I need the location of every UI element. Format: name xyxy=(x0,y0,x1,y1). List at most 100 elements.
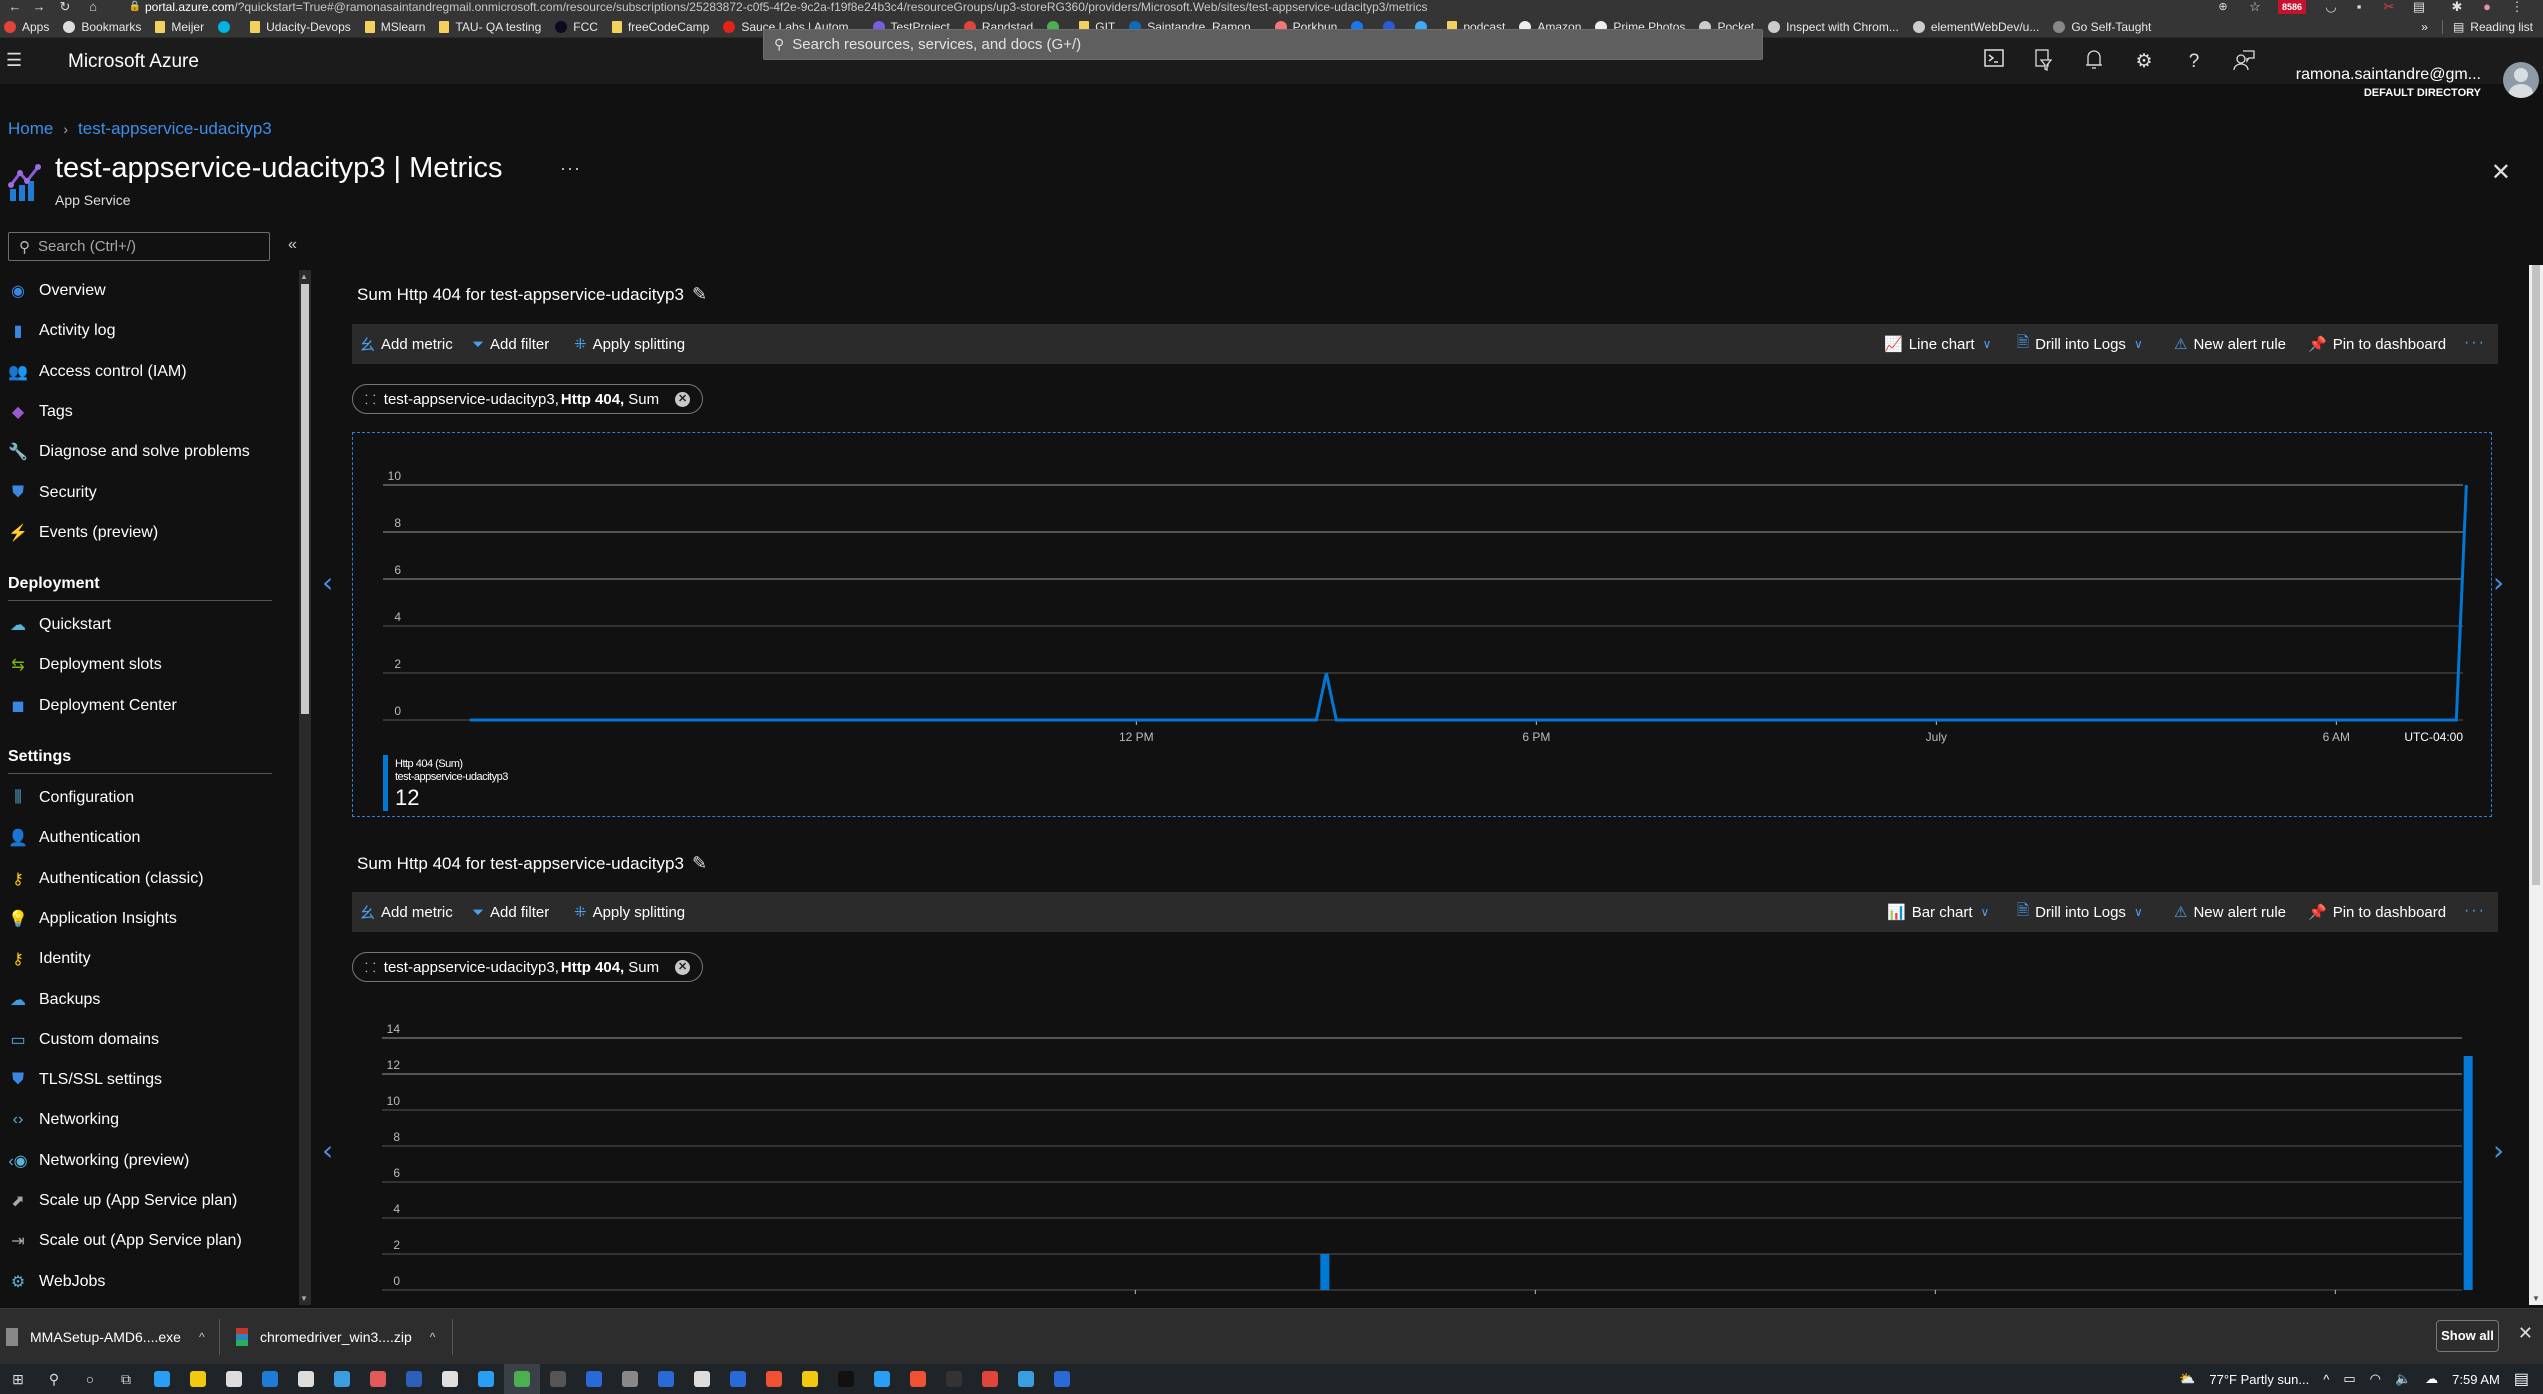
sidebar-item-identity[interactable]: ⚷ Identity xyxy=(8,941,90,977)
taskbar-app2-icon[interactable] xyxy=(900,1364,936,1394)
account-name[interactable]: ramona.saintandre@gm... xyxy=(2296,66,2481,84)
new-alert-rule-button[interactable]: ⚠ New alert rule xyxy=(2174,324,2286,364)
taskbar-vscode-icon[interactable] xyxy=(864,1364,900,1394)
profile-avatar-icon[interactable]: ● xyxy=(2478,0,2496,14)
portal-menu-icon[interactable]: ☰ xyxy=(6,50,24,70)
next-time-range-icon[interactable]: › xyxy=(2493,1134,2504,1167)
taskbar-cmd-icon[interactable] xyxy=(936,1364,972,1394)
sidebar-item-scale-up-app-service-plan[interactable]: ⬈ Scale up (App Service plan) xyxy=(8,1183,237,1219)
volume-icon[interactable]: 🔈 xyxy=(2395,1371,2411,1387)
taskbar-network-icon[interactable] xyxy=(648,1364,684,1394)
clock[interactable]: 7:59 AM xyxy=(2452,1372,2500,1387)
sidebar-item-events-preview[interactable]: ⚡ Events (preview) xyxy=(8,515,158,551)
scissors-extension-icon[interactable]: ✂ xyxy=(2380,0,2398,14)
sidebar-item-scale-out-app-service-plan[interactable]: ⇥ Scale out (App Service plan) xyxy=(8,1223,241,1259)
help-icon[interactable]: ? xyxy=(2180,49,2208,75)
taskbar-word-icon[interactable] xyxy=(396,1364,432,1394)
pin-to-dashboard-button[interactable]: 📌 Pin to dashboard xyxy=(2308,892,2446,932)
new-alert-rule-button[interactable]: ⚠ New alert rule xyxy=(2174,892,2286,932)
more-bookmarks-button[interactable]: » xyxy=(2421,20,2428,34)
metric-pill[interactable]: ⸬ test-appservice-udacityp3, Http 404, S… xyxy=(352,384,704,414)
bookmark-item[interactable]: Apps xyxy=(4,20,49,34)
sidebar-item-networking-preview[interactable]: ‹◉ Networking (preview) xyxy=(8,1143,189,1179)
sidebar-item-tls-ssl-settings[interactable]: ⛊ TLS/SSL settings xyxy=(8,1062,162,1098)
chart-type-dropdown[interactable]: 📊 Bar chart ∨ xyxy=(1887,892,1989,932)
previous-time-range-icon[interactable]: ‹ xyxy=(322,566,333,599)
bookmark-item[interactable]: TAU- QA testing xyxy=(439,20,541,34)
taskbar-app3-icon[interactable] xyxy=(1044,1364,1080,1394)
onedrive-icon[interactable]: ☁ xyxy=(2425,1371,2438,1387)
bookmark-star-icon[interactable]: ☆ xyxy=(2246,0,2264,14)
sidebar-scrollbar[interactable]: ▲ ▼ xyxy=(299,270,311,1305)
bookmark-item[interactable]: MSlearn xyxy=(364,20,425,34)
cloud-shell-icon[interactable] xyxy=(1980,49,2008,75)
taskbar-terminal-icon[interactable] xyxy=(612,1364,648,1394)
sidebar-item-networking[interactable]: ‹› Networking xyxy=(8,1102,119,1138)
sidebar-item-application-insights[interactable]: 💡 Application Insights xyxy=(8,901,177,937)
apply-splitting-button[interactable]: ⁜ Apply splitting xyxy=(574,892,685,932)
home-icon[interactable]: ⌂ xyxy=(84,0,102,14)
add-metric-button[interactable]: ⺓ Add metric xyxy=(360,324,453,364)
sidebar-item-deployment-slots[interactable]: ⇆ Deployment slots xyxy=(8,647,161,683)
settings-gear-icon[interactable]: ⚙ xyxy=(2130,49,2158,75)
chevron-up-icon[interactable]: ^ xyxy=(199,1330,205,1344)
taskbar-vscode-insiders-icon[interactable] xyxy=(324,1364,360,1394)
chart-title-text[interactable]: Sum Http 404 for test-appservice-udacity… xyxy=(357,854,684,874)
account-directory[interactable]: DEFAULT DIRECTORY xyxy=(2364,87,2481,99)
bar-chart-frame[interactable]: 0 2 4 6 8 10 12 14 xyxy=(352,1000,2492,1305)
taskbar-start-icon[interactable]: ⊞ xyxy=(0,1364,36,1394)
drill-into-logs-dropdown[interactable]: 🗎 Drill into Logs ∨ xyxy=(2017,892,2143,932)
add-filter-button[interactable]: ⏷ Add filter xyxy=(472,892,549,932)
browser-menu-icon[interactable]: ⋮ xyxy=(2508,0,2526,14)
bookmark-item[interactable] xyxy=(218,20,236,33)
taskbar-slack-icon[interactable] xyxy=(432,1364,468,1394)
bookmark-item[interactable]: Udacity-Devops xyxy=(250,20,351,34)
edit-title-pencil-icon[interactable]: ✎ xyxy=(692,853,707,874)
address-bar[interactable]: portal.azure.com/?quickstart=True#@ramon… xyxy=(145,0,2195,14)
sidebar-item-overview[interactable]: ◉ Overview xyxy=(8,273,106,309)
wifi-icon[interactable]: ◠ xyxy=(2370,1371,2381,1387)
download-item[interactable]: MMASetup-AMD6....exe ^ xyxy=(6,1309,205,1365)
edit-title-pencil-icon[interactable]: ✎ xyxy=(692,284,707,305)
close-shelf-button[interactable]: ✕ xyxy=(2518,1323,2533,1344)
taskbar-edge-icon[interactable] xyxy=(144,1364,180,1394)
sidebar-item-security[interactable]: ⛊ Security xyxy=(8,475,97,511)
scroll-down-icon[interactable]: ▼ xyxy=(300,1294,308,1303)
sidebar-item-authentication-classic[interactable]: ⚷ Authentication (classic) xyxy=(8,861,203,897)
bookmark-item[interactable]: elementWebDev/u... xyxy=(1912,20,2039,34)
meet-now-icon[interactable]: ▭ xyxy=(2343,1371,2355,1387)
scroll-up-icon[interactable]: ▲ xyxy=(300,272,308,281)
main-scrollbar-thumb[interactable] xyxy=(2532,265,2540,885)
main-scrollbar[interactable]: ▼ xyxy=(2529,265,2543,1305)
bookmark-item[interactable]: FCC xyxy=(555,20,598,34)
directory-filter-icon[interactable] xyxy=(2029,49,2057,75)
reading-list-button[interactable]: Reading list xyxy=(2470,20,2533,34)
taskbar-inkscape-icon[interactable] xyxy=(684,1364,720,1394)
chart-more-options-button[interactable]: ··· xyxy=(2464,902,2486,920)
taskbar-dropbox-icon[interactable] xyxy=(288,1364,324,1394)
sidebar-item-authentication[interactable]: 👤 Authentication xyxy=(8,820,140,856)
feedback-icon[interactable] xyxy=(2230,49,2258,75)
taskbar-file-explorer-icon[interactable] xyxy=(180,1364,216,1394)
weather-text[interactable]: 77°F Partly sun... xyxy=(2209,1372,2309,1387)
sidebar-item-webjobs[interactable]: ⚙ WebJobs xyxy=(8,1264,106,1300)
bookmark-item[interactable]: freeCodeCamp xyxy=(611,20,709,34)
bookmark-item[interactable]: Go Self-Taught xyxy=(2053,20,2151,34)
taskbar-paint-icon[interactable] xyxy=(360,1364,396,1394)
remove-metric-icon[interactable]: ✕ xyxy=(675,391,691,407)
bookmark-item[interactable]: Bookmarks xyxy=(63,20,141,34)
bookmark-item[interactable]: Meijer xyxy=(155,20,204,34)
taskbar-ie-icon[interactable] xyxy=(468,1364,504,1394)
reload-icon[interactable]: ↻ xyxy=(56,0,74,14)
global-search-input[interactable]: ⚲ Search resources, services, and docs (… xyxy=(763,29,1763,60)
extension-icon[interactable]: ▪ xyxy=(2350,0,2368,14)
taskbar-control-panel-icon[interactable] xyxy=(1008,1364,1044,1394)
extension-badge[interactable]: 8586 xyxy=(2278,0,2306,14)
notifications-bell-icon[interactable] xyxy=(2080,49,2108,75)
back-icon[interactable]: ← xyxy=(6,0,24,14)
sidebar-item-tags[interactable]: ◆ Tags xyxy=(8,394,73,430)
sidebar-item-deployment-center[interactable]: ◼ Deployment Center xyxy=(8,688,176,724)
new-extension-icon[interactable]: ▤ xyxy=(2410,0,2428,14)
bookmark-item[interactable]: Inspect with Chrom... xyxy=(1768,20,1899,34)
taskbar-search-icon[interactable]: ⚲ xyxy=(36,1364,72,1394)
